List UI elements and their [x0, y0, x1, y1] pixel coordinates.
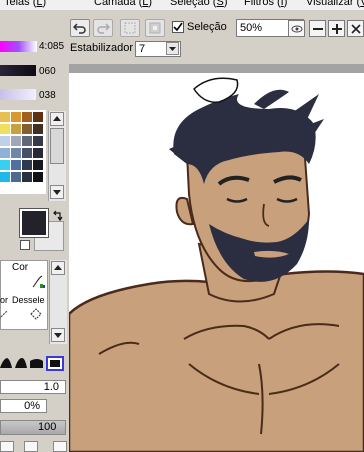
reset-zoom-button[interactable] — [347, 20, 364, 37]
stabilizer-label: Estabilizador — [70, 42, 133, 54]
swatch[interactable] — [11, 136, 21, 146]
tool-scrollbar[interactable] — [49, 260, 67, 344]
swatch[interactable] — [11, 148, 21, 158]
swap-colors-icon[interactable] — [52, 210, 64, 222]
stabilizer-value: 7 — [139, 43, 146, 55]
undo-icon — [73, 23, 86, 34]
swatch[interactable] — [22, 148, 32, 158]
eye-icon — [291, 25, 303, 33]
selection-checkbox[interactable] — [172, 21, 184, 33]
tool-label-cor: Cor — [12, 262, 29, 273]
swatch[interactable] — [33, 136, 43, 146]
scroll-down-button[interactable] — [51, 328, 65, 342]
left-panel: 4:085 060 038 Cor or Dessele 1.0 0% 100 — [0, 38, 69, 452]
character-drawing — [69, 77, 364, 452]
selection-tool-icon[interactable] — [0, 308, 10, 322]
brush-shape-icon[interactable] — [0, 357, 14, 369]
brush-shape-row — [0, 354, 69, 374]
scroll-down-icon — [54, 333, 62, 338]
redo-button[interactable] — [93, 19, 113, 37]
swatch[interactable] — [22, 160, 32, 170]
zoom-out-icon — [313, 28, 323, 30]
swatch[interactable] — [22, 112, 32, 122]
reset-colors-button[interactable] — [20, 240, 30, 250]
swatch[interactable] — [33, 124, 43, 134]
brush-shape-icon[interactable] — [30, 357, 44, 369]
menu-camada[interactable]: Camada (L) — [94, 0, 152, 8]
menu-filtros[interactable]: Filtros (I) — [244, 0, 287, 8]
dropdown-arrow-icon — [169, 47, 176, 51]
foreground-color[interactable] — [19, 208, 49, 238]
scroll-down-icon — [53, 190, 61, 195]
scroll-up-button[interactable] — [51, 261, 65, 275]
option-checkbox[interactable] — [0, 441, 14, 452]
swatch[interactable] — [11, 124, 21, 134]
value-slider[interactable] — [0, 89, 36, 100]
swatch[interactable] — [22, 124, 32, 134]
undo-button[interactable] — [70, 19, 90, 37]
swatch[interactable] — [33, 172, 43, 182]
swatch[interactable] — [33, 148, 43, 158]
swatch[interactable] — [11, 172, 21, 182]
swatch[interactable] — [33, 160, 43, 170]
menu-selecao[interactable]: Seleção (S) — [170, 0, 228, 8]
check-icon — [173, 22, 183, 32]
hue-slider[interactable] — [0, 41, 37, 52]
swatch[interactable] — [0, 184, 10, 194]
swatch[interactable] — [0, 136, 10, 146]
swatch[interactable] — [22, 172, 32, 182]
hue-value: 4:085 — [39, 41, 65, 52]
menu-visualizar[interactable]: Visualizar (V) — [306, 0, 364, 8]
invert-selection-icon — [149, 22, 161, 34]
pen-tool-icon[interactable] — [30, 274, 46, 290]
option-checkbox[interactable] — [53, 441, 67, 452]
selection-label: Seleção — [187, 21, 227, 33]
canvas-top-bar — [69, 64, 364, 73]
zoom-value: 50% — [240, 22, 263, 34]
tool-label-dessele: Dessele — [12, 295, 45, 305]
scroll-up-icon — [54, 265, 62, 270]
saturation-slider[interactable] — [0, 65, 36, 76]
tool-label-or: or — [0, 295, 9, 305]
opacity-field[interactable]: 0% — [0, 399, 47, 413]
swatch[interactable] — [11, 112, 21, 122]
deselect-tool-icon[interactable] — [28, 306, 44, 322]
swatch[interactable] — [11, 160, 21, 170]
swatch[interactable] — [0, 148, 10, 158]
deselect-button[interactable] — [120, 19, 140, 37]
swatch[interactable] — [0, 124, 10, 134]
zoom-out-button[interactable] — [309, 20, 326, 37]
option-checkbox[interactable] — [24, 441, 38, 452]
invert-selection-button[interactable] — [145, 19, 165, 37]
brush-shape-icon — [50, 360, 60, 367]
density-value: 100 — [38, 421, 57, 433]
menu-telas[interactable]: Telas (L) — [4, 0, 46, 8]
palette-scrollbar[interactable] — [48, 111, 66, 201]
swatch[interactable] — [33, 112, 43, 122]
menu-bar: Telas (L) Camada (L) Seleção (S) Filtros… — [0, 0, 364, 10]
swatch[interactable] — [0, 112, 10, 122]
scroll-thumb[interactable] — [50, 128, 64, 164]
value-value: 038 — [39, 90, 56, 101]
scroll-up-icon — [53, 116, 61, 121]
redo-icon — [97, 23, 110, 34]
brush-shape-icon[interactable] — [14, 357, 28, 369]
scroll-up-button[interactable] — [50, 112, 64, 126]
scroll-down-button[interactable] — [50, 185, 64, 199]
swatch[interactable] — [0, 160, 10, 170]
brush-shape-selected[interactable] — [46, 356, 64, 371]
canvas[interactable] — [69, 64, 364, 452]
brush-size-field[interactable]: 1.0 — [0, 380, 66, 394]
swatch[interactable] — [22, 136, 32, 146]
swatch[interactable] — [0, 172, 10, 182]
zoom-in-button[interactable] — [328, 20, 345, 37]
stabilizer-dropdown-button[interactable] — [166, 42, 179, 55]
zoom-in-icon — [332, 24, 342, 34]
deselect-icon — [124, 22, 136, 34]
saturation-value: 060 — [39, 66, 56, 77]
view-button[interactable] — [288, 20, 305, 37]
reset-zoom-icon — [351, 24, 361, 34]
stabilizer-select[interactable]: 7 — [135, 41, 181, 57]
